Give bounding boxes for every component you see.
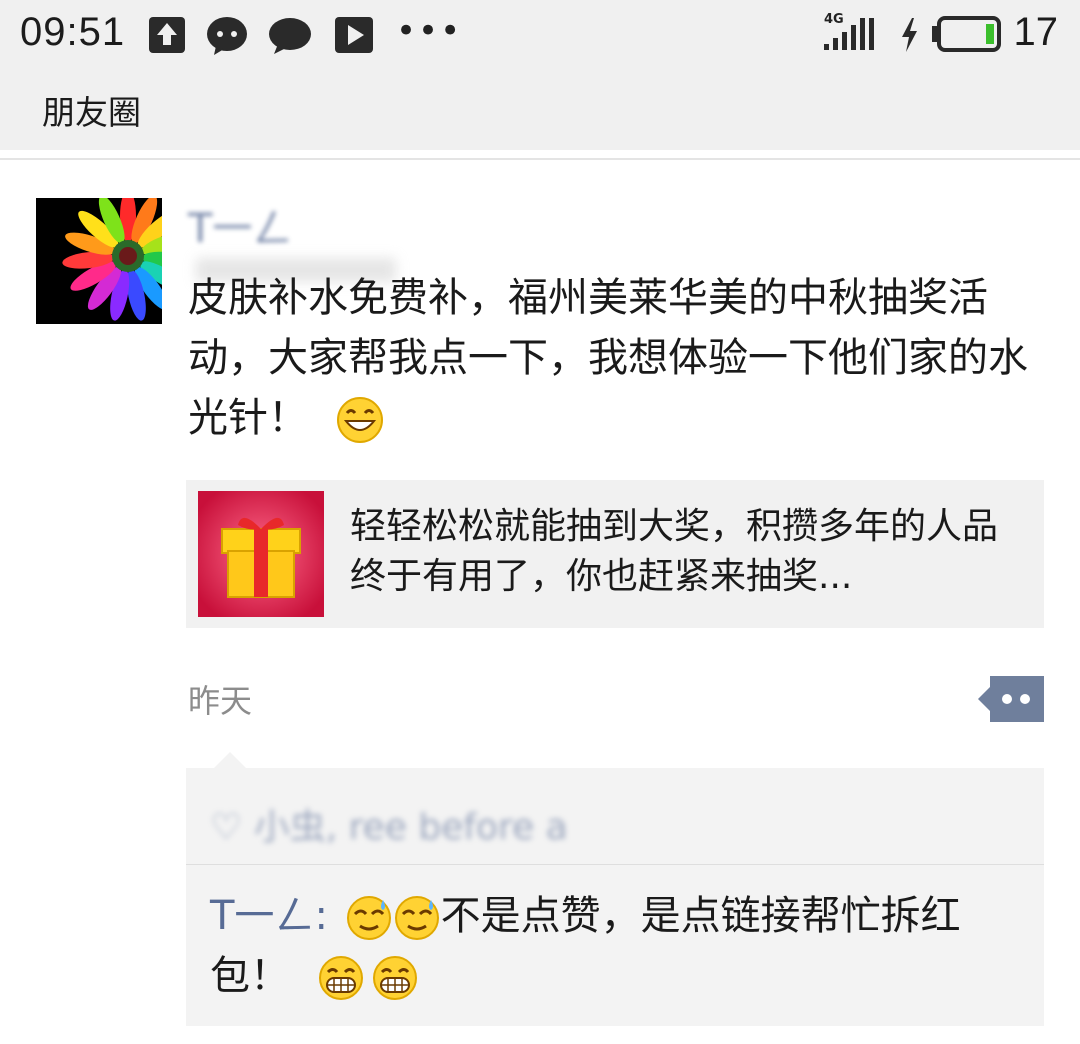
sweat-smile-icon xyxy=(394,896,439,940)
upload-icon xyxy=(149,17,185,53)
title-bar: 朋友圈 xyxy=(0,70,1080,150)
chat-bubble-icon xyxy=(207,17,247,55)
comment-box: ♡ 小虫, ree before a T一ㄥ: 不是点赞，是点链接帮忙拆红包！ xyxy=(186,768,1044,1026)
battery-percent: 17 xyxy=(1013,10,1059,54)
flower-avatar-icon xyxy=(36,198,162,324)
post-author[interactable]: T一ㄥ xyxy=(188,196,292,254)
link-card[interactable]: 轻轻松松就能抽到大奖，积攒多年的人品终于有用了，你也赶紧来抽奖... xyxy=(186,480,1044,628)
comment-divider xyxy=(186,864,1044,865)
comment-item[interactable]: T一ㄥ: 不是点赞，是点链接帮忙拆红包！ xyxy=(210,886,1030,1006)
charging-icon xyxy=(902,18,917,52)
comment-notch xyxy=(214,752,246,768)
comment-more-button[interactable] xyxy=(978,676,1044,722)
grinning-face-icon xyxy=(336,397,383,443)
post-text: 皮肤补水免费补，福州美莱华美的中秋抽奖活动，大家帮我点一下，我想体验一下他们家的… xyxy=(188,268,1028,448)
likes-list: ♡ 小虫, ree before a xyxy=(210,807,568,848)
status-time: 09:51 xyxy=(20,10,126,54)
sweat-smile-icon xyxy=(346,896,391,940)
play-icon xyxy=(335,17,373,53)
page-title: 朋友圈 xyxy=(42,93,141,132)
grin-teeth-icon xyxy=(372,956,417,1000)
signal-icon: 4G xyxy=(822,12,878,54)
link-thumbnail xyxy=(198,491,324,617)
avatar[interactable] xyxy=(36,198,162,324)
comment-separator: : xyxy=(314,893,328,939)
gift-box-icon xyxy=(198,491,324,617)
message-icon xyxy=(269,18,311,54)
battery-icon xyxy=(932,16,1001,52)
status-bar: 09:51 ••• 4G 17 xyxy=(0,0,1080,70)
link-title: 轻轻松松就能抽到大奖，积攒多年的人品终于有用了，你也赶紧来抽奖... xyxy=(350,506,999,597)
more-notifications-icon: ••• xyxy=(396,11,463,51)
grin-teeth-icon xyxy=(318,956,363,1000)
post-body: 皮肤补水免费补，福州美莱华美的中秋抽奖活动，大家帮我点一下，我想体验一下他们家的… xyxy=(188,275,1028,441)
comment-author[interactable]: T一ㄥ xyxy=(210,893,314,939)
post-timestamp: 昨天 xyxy=(188,682,253,720)
header-divider xyxy=(0,158,1080,160)
